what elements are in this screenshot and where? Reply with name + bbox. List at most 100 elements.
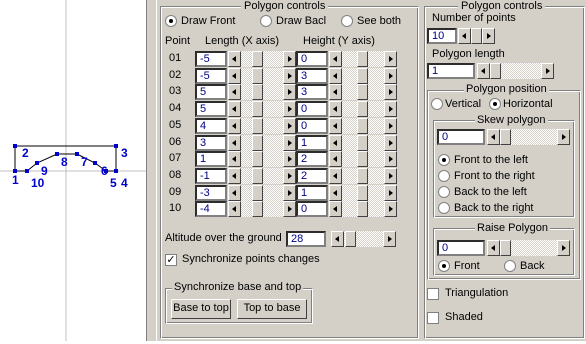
height-input[interactable]: 1 (296, 135, 328, 151)
length-decrease[interactable] (228, 51, 241, 67)
length-increase[interactable] (283, 68, 296, 84)
length-increase[interactable] (283, 168, 296, 184)
length-increase[interactable] (283, 151, 296, 167)
skew-front-right-radio[interactable] (438, 170, 450, 182)
skew-back-left-radio[interactable] (438, 186, 450, 198)
length-increase[interactable] (283, 84, 296, 100)
polygon-length-track[interactable] (501, 63, 541, 79)
length-input[interactable]: 5 (195, 84, 227, 100)
height-decrease[interactable] (329, 168, 342, 184)
height-input[interactable]: 1 (296, 185, 328, 201)
skew-track[interactable] (511, 129, 557, 145)
height-increase[interactable] (384, 101, 397, 117)
length-increase[interactable] (283, 185, 296, 201)
height-thumb[interactable] (357, 68, 368, 84)
see-both-radio[interactable] (341, 15, 353, 27)
polygon-canvas[interactable]: 1 2 3 4 5 6 7 8 9 10 (0, 0, 146, 341)
length-input[interactable]: -5 (195, 51, 227, 67)
height-decrease[interactable] (329, 118, 342, 134)
height-input[interactable]: 3 (296, 84, 328, 100)
height-increase[interactable] (384, 68, 397, 84)
height-input[interactable]: 2 (296, 151, 328, 167)
height-decrease[interactable] (329, 185, 342, 201)
altitude-decrease[interactable] (331, 231, 344, 247)
skew-input[interactable]: 0 (437, 129, 485, 145)
height-input[interactable]: 0 (296, 101, 328, 117)
raise-decrease[interactable] (487, 240, 500, 256)
skew-increase[interactable] (557, 129, 570, 145)
height-decrease[interactable] (329, 84, 342, 100)
length-increase[interactable] (283, 101, 296, 117)
height-increase[interactable] (384, 201, 397, 217)
length-input[interactable]: -5 (195, 68, 227, 84)
length-thumb[interactable] (252, 151, 263, 167)
length-thumb[interactable] (252, 118, 263, 134)
height-thumb[interactable] (357, 84, 368, 100)
length-thumb[interactable] (252, 101, 263, 117)
length-increase[interactable] (283, 201, 296, 217)
length-decrease[interactable] (228, 201, 241, 217)
length-input[interactable]: -4 (195, 201, 227, 217)
height-thumb[interactable] (357, 201, 368, 217)
length-thumb[interactable] (252, 185, 263, 201)
base-to-top-button[interactable]: Base to top (171, 299, 231, 319)
raise-front-radio[interactable] (438, 260, 450, 272)
length-thumb[interactable] (252, 201, 263, 217)
length-decrease[interactable] (228, 118, 241, 134)
polygon-length-decrease[interactable] (477, 63, 490, 79)
length-input[interactable]: -1 (195, 168, 227, 184)
length-increase[interactable] (283, 51, 296, 67)
raise-input[interactable]: 0 (437, 240, 485, 256)
skew-front-left-radio[interactable] (438, 154, 450, 166)
height-decrease[interactable] (329, 68, 342, 84)
length-input[interactable]: 1 (195, 151, 227, 167)
height-thumb[interactable] (357, 51, 368, 67)
height-increase[interactable] (384, 84, 397, 100)
skew-thumb[interactable] (500, 129, 511, 145)
num-points-increase[interactable] (482, 28, 495, 44)
polygon-length-thumb[interactable] (490, 63, 501, 79)
draw-back-radio[interactable] (260, 15, 272, 27)
height-thumb[interactable] (357, 135, 368, 151)
height-increase[interactable] (384, 51, 397, 67)
length-decrease[interactable] (228, 68, 241, 84)
skew-decrease[interactable] (487, 129, 500, 145)
length-thumb[interactable] (252, 168, 263, 184)
length-thumb[interactable] (252, 51, 263, 67)
height-increase[interactable] (384, 135, 397, 151)
length-input[interactable]: -3 (195, 185, 227, 201)
altitude-thumb[interactable] (345, 231, 356, 247)
draw-front-radio[interactable] (165, 15, 177, 27)
height-input[interactable]: 0 (296, 201, 328, 217)
skew-back-right-radio[interactable] (438, 202, 450, 214)
altitude-increase[interactable] (383, 231, 396, 247)
height-decrease[interactable] (329, 201, 342, 217)
shaded-checkbox[interactable] (427, 312, 439, 324)
height-input[interactable]: 0 (296, 51, 328, 67)
triangulation-checkbox[interactable] (427, 288, 439, 300)
polygon-length-input[interactable]: 1 (427, 63, 475, 79)
length-input[interactable]: 3 (195, 135, 227, 151)
raise-back-radio[interactable] (504, 260, 516, 272)
top-to-base-button[interactable]: Top to base (237, 299, 307, 319)
height-thumb[interactable] (357, 185, 368, 201)
height-decrease[interactable] (329, 101, 342, 117)
height-increase[interactable] (384, 118, 397, 134)
length-thumb[interactable] (252, 68, 263, 84)
length-decrease[interactable] (228, 185, 241, 201)
raise-track[interactable] (511, 240, 557, 256)
height-decrease[interactable] (329, 151, 342, 167)
vertical-radio[interactable] (431, 98, 443, 110)
altitude-input[interactable]: 28 (286, 231, 326, 247)
height-increase[interactable] (384, 151, 397, 167)
height-increase[interactable] (384, 168, 397, 184)
length-decrease[interactable] (228, 168, 241, 184)
height-increase[interactable] (384, 185, 397, 201)
height-thumb[interactable] (357, 118, 368, 134)
length-decrease[interactable] (228, 135, 241, 151)
length-increase[interactable] (283, 135, 296, 151)
polygon-length-increase[interactable] (541, 63, 554, 79)
length-thumb[interactable] (252, 135, 263, 151)
height-thumb[interactable] (357, 168, 368, 184)
length-input[interactable]: 4 (195, 118, 227, 134)
